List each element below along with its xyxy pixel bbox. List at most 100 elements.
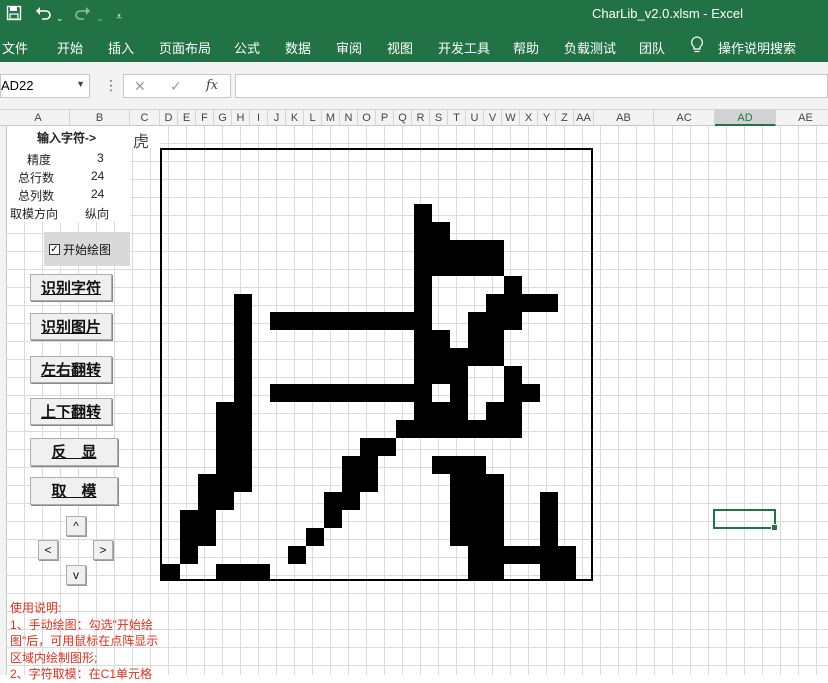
- column-header-t[interactable]: T: [448, 110, 466, 126]
- matrix-pixel[interactable]: [216, 564, 234, 579]
- save-icon[interactable]: [6, 5, 22, 26]
- matrix-pixel[interactable]: [486, 402, 504, 420]
- matrix-pixel[interactable]: [414, 222, 432, 240]
- matrix-pixel[interactable]: [450, 384, 468, 402]
- matrix-pixel[interactable]: [468, 258, 486, 276]
- matrix-pixel[interactable]: [234, 294, 252, 312]
- matrix-pixel[interactable]: [234, 420, 252, 438]
- tab-review[interactable]: 审阅: [336, 38, 362, 57]
- matrix-pixel[interactable]: [270, 312, 288, 330]
- matrix-pixel[interactable]: [540, 492, 558, 510]
- matrix-pixel[interactable]: [198, 528, 216, 546]
- matrix-pixel[interactable]: [198, 474, 216, 492]
- matrix-pixel[interactable]: [342, 384, 360, 402]
- undo-dropdown-icon[interactable]: ⌄: [56, 9, 64, 27]
- column-header-j[interactable]: J: [268, 110, 286, 126]
- column-header-u[interactable]: U: [466, 110, 484, 126]
- matrix-pixel[interactable]: [360, 312, 378, 330]
- redo-dropdown-icon[interactable]: ⌄: [96, 9, 104, 27]
- dot-matrix-pixels[interactable]: [162, 150, 591, 579]
- matrix-pixel[interactable]: [414, 420, 432, 438]
- matrix-pixel[interactable]: [180, 546, 198, 564]
- row-headers[interactable]: [0, 126, 7, 675]
- matrix-pixel[interactable]: [486, 510, 504, 528]
- matrix-pixel[interactable]: [414, 312, 432, 330]
- matrix-pixel[interactable]: [234, 438, 252, 456]
- matrix-pixel[interactable]: [558, 546, 576, 564]
- move-up-button[interactable]: ^: [66, 516, 86, 536]
- matrix-pixel[interactable]: [486, 312, 504, 330]
- matrix-pixel[interactable]: [396, 420, 414, 438]
- tab-team[interactable]: 团队: [639, 38, 665, 57]
- matrix-pixel[interactable]: [540, 528, 558, 546]
- column-header-p[interactable]: P: [376, 110, 394, 126]
- matrix-pixel[interactable]: [216, 438, 234, 456]
- matrix-pixel[interactable]: [540, 546, 558, 564]
- recognize-image-button[interactable]: 识别图片: [30, 313, 112, 340]
- start-drawing-checkbox[interactable]: ✓ 开始绘图: [44, 232, 130, 266]
- matrix-pixel[interactable]: [522, 294, 540, 312]
- matrix-pixel[interactable]: [216, 456, 234, 474]
- undo-icon[interactable]: [34, 5, 54, 26]
- matrix-pixel[interactable]: [468, 330, 486, 348]
- matrix-pixel[interactable]: [522, 384, 540, 402]
- cancel-icon[interactable]: ✕: [134, 78, 146, 95]
- customize-qat-icon[interactable]: ⩡: [116, 8, 122, 26]
- matrix-pixel[interactable]: [486, 528, 504, 546]
- matrix-pixel[interactable]: [378, 438, 396, 456]
- matrix-pixel[interactable]: [234, 564, 252, 579]
- column-header-d[interactable]: D: [160, 110, 178, 126]
- matrix-pixel[interactable]: [324, 384, 342, 402]
- matrix-pixel[interactable]: [450, 528, 468, 546]
- matrix-pixel[interactable]: [468, 492, 486, 510]
- move-right-button[interactable]: >: [93, 540, 113, 560]
- column-header-o[interactable]: O: [358, 110, 376, 126]
- matrix-pixel[interactable]: [504, 276, 522, 294]
- column-header-r[interactable]: R: [412, 110, 430, 126]
- matrix-pixel[interactable]: [414, 366, 432, 384]
- matrix-pixel[interactable]: [162, 564, 180, 579]
- matrix-pixel[interactable]: [468, 546, 486, 564]
- active-cell[interactable]: [713, 509, 778, 531]
- matrix-pixel[interactable]: [450, 420, 468, 438]
- input-char-cell[interactable]: 虎: [130, 126, 160, 151]
- formula-input[interactable]: [235, 74, 828, 98]
- matrix-pixel[interactable]: [432, 222, 450, 240]
- matrix-pixel[interactable]: [432, 240, 450, 258]
- matrix-pixel[interactable]: [342, 312, 360, 330]
- flip-vertical-button[interactable]: 上下翻转: [30, 398, 112, 425]
- matrix-pixel[interactable]: [486, 240, 504, 258]
- matrix-pixel[interactable]: [234, 312, 252, 330]
- matrix-pixel[interactable]: [288, 312, 306, 330]
- checkbox-check-icon[interactable]: ✓: [49, 244, 60, 255]
- matrix-pixel[interactable]: [432, 348, 450, 366]
- matrix-pixel[interactable]: [414, 402, 432, 420]
- column-header-e[interactable]: E: [178, 110, 196, 126]
- matrix-pixel[interactable]: [414, 348, 432, 366]
- take-mold-button[interactable]: 取 模: [30, 477, 118, 505]
- matrix-pixel[interactable]: [504, 384, 522, 402]
- dot-matrix-area[interactable]: [160, 148, 593, 581]
- matrix-pixel[interactable]: [396, 384, 414, 402]
- matrix-pixel[interactable]: [414, 204, 432, 222]
- matrix-pixel[interactable]: [216, 474, 234, 492]
- matrix-pixel[interactable]: [378, 312, 396, 330]
- insert-function-icon[interactable]: fx: [206, 78, 218, 93]
- recognize-char-button[interactable]: 识别字符: [30, 274, 112, 301]
- matrix-pixel[interactable]: [432, 420, 450, 438]
- enter-icon[interactable]: ✓: [170, 78, 182, 95]
- column-header-m[interactable]: M: [322, 110, 340, 126]
- matrix-pixel[interactable]: [450, 366, 468, 384]
- matrix-pixel[interactable]: [234, 384, 252, 402]
- matrix-pixel[interactable]: [414, 294, 432, 312]
- tab-developer[interactable]: 开发工具: [438, 38, 490, 57]
- matrix-pixel[interactable]: [378, 384, 396, 402]
- matrix-pixel[interactable]: [414, 240, 432, 258]
- matrix-pixel[interactable]: [486, 258, 504, 276]
- matrix-pixel[interactable]: [450, 240, 468, 258]
- precision-value[interactable]: 3: [97, 151, 104, 165]
- matrix-pixel[interactable]: [450, 348, 468, 366]
- matrix-pixel[interactable]: [432, 258, 450, 276]
- matrix-pixel[interactable]: [414, 276, 432, 294]
- flip-horizontal-button[interactable]: 左右翻转: [30, 356, 112, 383]
